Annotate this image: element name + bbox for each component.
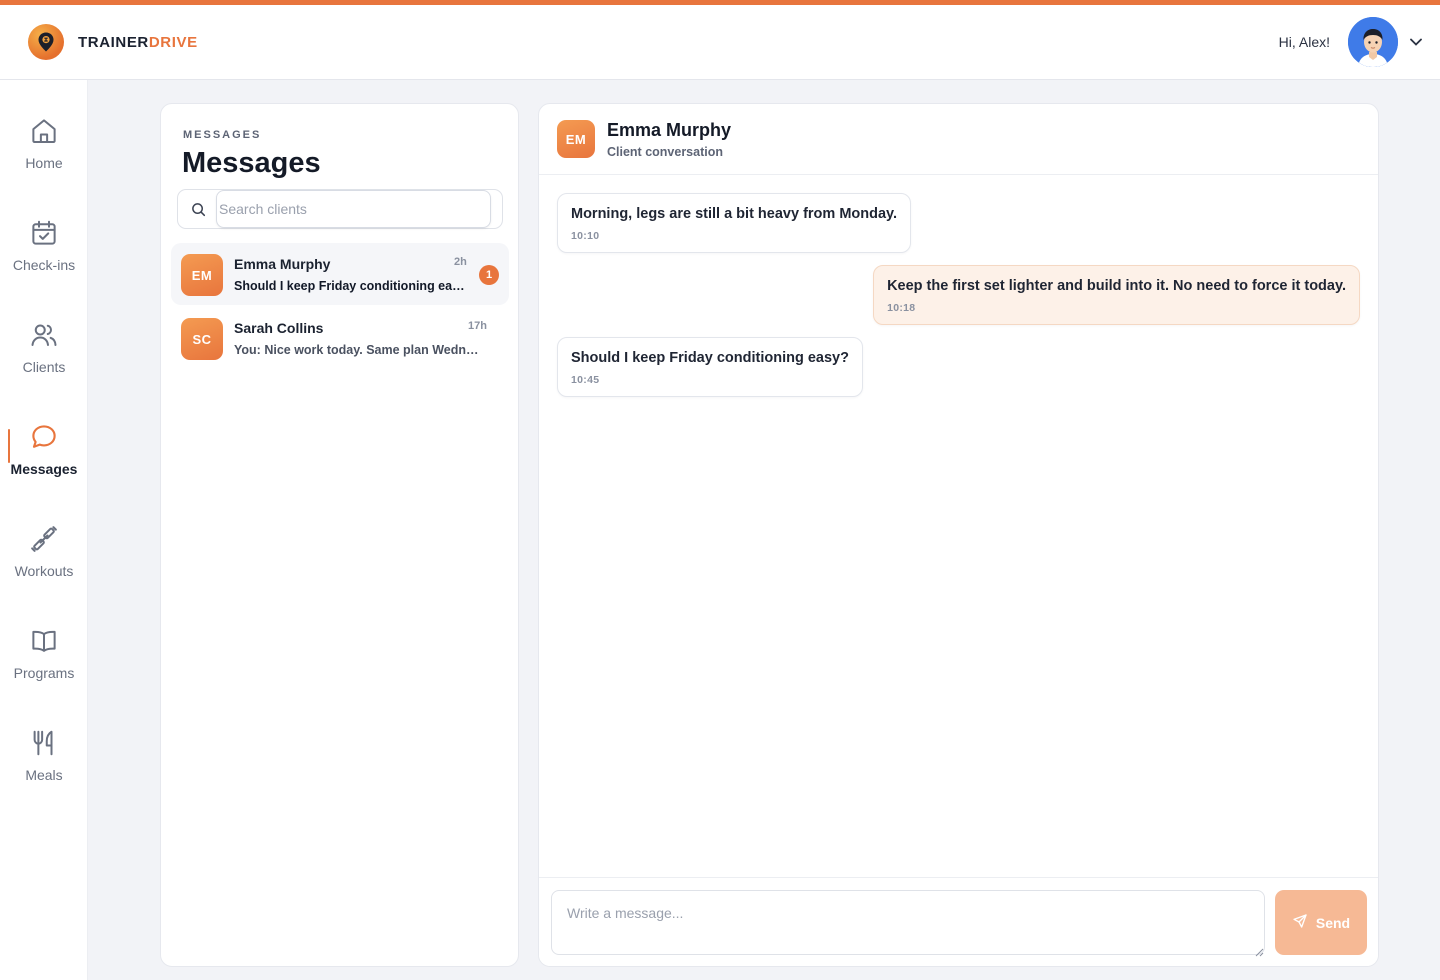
logo-icon [28, 24, 64, 60]
message-input[interactable] [551, 890, 1265, 955]
message-text: Morning, legs are still a bit heavy from… [571, 206, 898, 222]
sidebar-item-programs[interactable]: Programs [0, 626, 88, 706]
conversation-time: 17h [468, 320, 487, 332]
send-label: Send [1315, 914, 1351, 931]
book-icon [29, 626, 59, 656]
unread-count-badge: 1 [479, 265, 499, 285]
sidebar-item-check-ins[interactable]: Check-ins [0, 218, 88, 298]
message-text: Should I keep Friday conditioning easy? [571, 350, 849, 366]
sidebar-item-meals[interactable]: Meals [0, 728, 88, 808]
avatar: EM [557, 120, 595, 158]
sidebar-nav: Home Check-ins Clients Messages Workouts… [0, 80, 88, 980]
message-time: 10:10 [571, 230, 600, 242]
avatar: EM [181, 254, 223, 296]
message-time: 10:45 [571, 374, 600, 386]
chat-contact-name: Emma Murphy [607, 120, 732, 140]
conversation-time: 2h [454, 256, 467, 268]
chat-subtitle: Client conversation [607, 145, 723, 159]
sidebar-item-label: Workouts [14, 563, 74, 579]
sidebar-item-label: Messages [10, 461, 78, 477]
conversation-item-emma-murphy[interactable]: EM Emma Murphy 2h Should I keep Friday c… [171, 243, 509, 305]
top-bar: TRAINERDRIVE Hi, Alex! [0, 5, 1440, 80]
panel-eyebrow: MESSAGES [183, 129, 262, 141]
search-icon [191, 202, 206, 222]
conversation-item-sarah-collins[interactable]: SC Sarah Collins 17h You: Nice work toda… [171, 307, 509, 369]
conversation-preview: Should I keep Friday conditioning easy? [234, 279, 466, 293]
resize-grip-icon[interactable] [1255, 944, 1264, 962]
brand[interactable]: TRAINERDRIVE [28, 24, 198, 60]
brand-name-part1: TRAINER [78, 33, 149, 51]
conversation-name: Emma Murphy [234, 256, 331, 272]
greeting-text: Hi, Alex! [1278, 34, 1330, 50]
avatar: SC [181, 318, 223, 360]
search-input[interactable] [216, 190, 491, 228]
users-icon [29, 320, 59, 350]
sidebar-item-label: Programs [13, 665, 75, 681]
home-icon [29, 116, 59, 146]
conversation-preview: You: Nice work today. Same plan Wednesda… [234, 343, 484, 357]
conversation-list-panel: MESSAGES Messages EM Emma Murphy 2h Shou… [160, 103, 519, 967]
brand-name: TRAINERDRIVE [78, 34, 198, 51]
dumbbell-icon [29, 524, 59, 554]
calendar-check-icon [29, 218, 59, 248]
sidebar-item-home[interactable]: Home [0, 116, 88, 196]
chat-header: EM Emma Murphy Client conversation [539, 104, 1378, 175]
message-bubble-outgoing: Keep the first set lighter and build int… [873, 265, 1360, 325]
sidebar-item-label: Home [25, 155, 63, 171]
message-bubble-incoming: Should I keep Friday conditioning easy? … [557, 337, 863, 397]
message-composer: Send [539, 877, 1378, 966]
sidebar-item-messages[interactable]: Messages [0, 422, 88, 502]
user-menu[interactable]: Hi, Alex! [1279, 17, 1422, 67]
send-icon [1292, 913, 1308, 932]
message-text: Keep the first set lighter and build int… [887, 278, 1346, 294]
sidebar-item-workouts[interactable]: Workouts [0, 524, 88, 604]
search-box [177, 189, 503, 229]
brand-name-part2: DRIVE [148, 33, 198, 51]
page-title: Messages [182, 147, 321, 179]
message-time: 10:18 [887, 302, 916, 314]
sidebar-item-label: Meals [25, 767, 63, 783]
user-avatar[interactable] [1348, 17, 1398, 67]
conversation-name: Sarah Collins [234, 320, 324, 336]
chevron-down-icon[interactable] [1410, 38, 1422, 46]
user-avatar-icon [1348, 17, 1398, 67]
message-bubble-incoming: Morning, legs are still a bit heavy from… [557, 193, 912, 253]
utensils-icon [29, 728, 59, 758]
sidebar-item-label: Check-ins [12, 257, 76, 273]
sidebar-item-clients[interactable]: Clients [0, 320, 88, 400]
chat-panel: EM Emma Murphy Client conversation Morni… [538, 103, 1379, 967]
send-button[interactable]: Send [1275, 890, 1367, 955]
chat-bubble-icon [29, 422, 59, 452]
sidebar-item-label: Clients [22, 359, 66, 375]
